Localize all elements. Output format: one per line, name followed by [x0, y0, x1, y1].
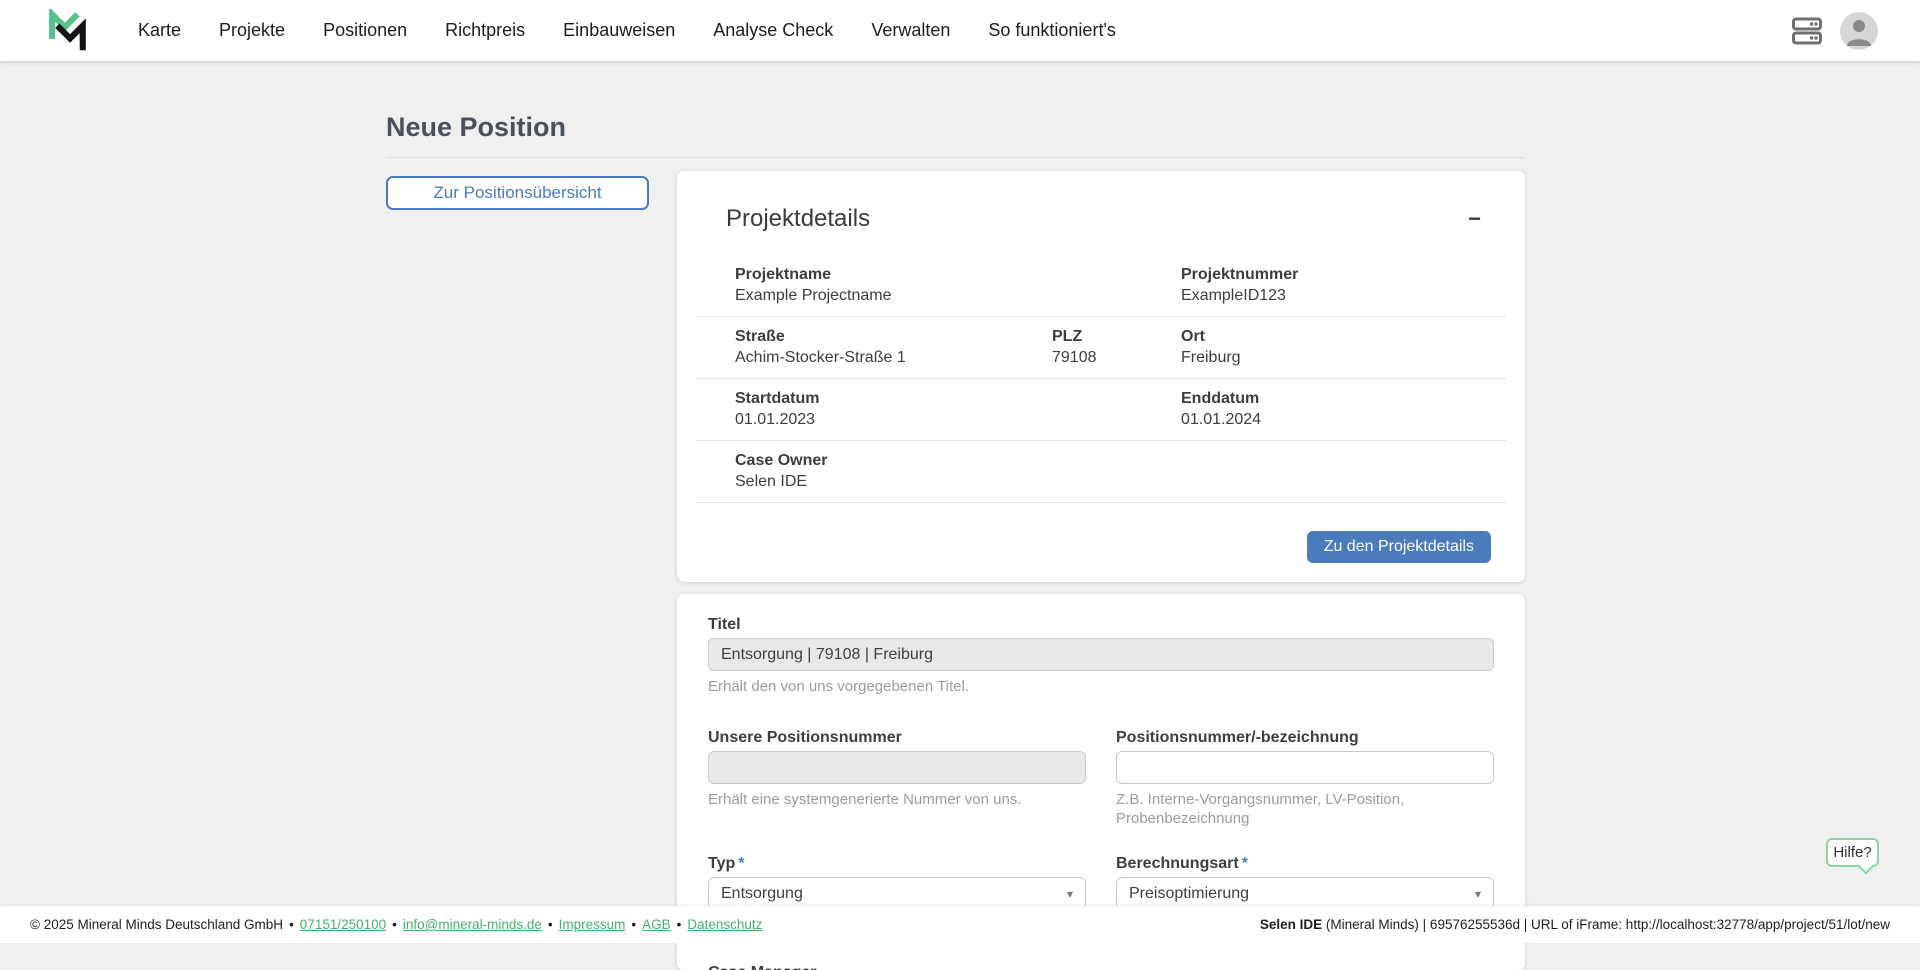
our-position-number-input — [708, 751, 1086, 784]
field-projektnummer: Projektnummer ExampleID123 — [1181, 264, 1467, 306]
table-row: Case Owner Selen IDE — [696, 441, 1506, 503]
footer-separator: • — [392, 917, 397, 932]
typ-label-text: Typ — [708, 855, 735, 872]
nav-item-positionen[interactable]: Positionen — [323, 20, 407, 41]
field-value: Achim-Stocker-Straße 1 — [735, 347, 1052, 368]
to-position-overview-button[interactable]: Zur Positionsübersicht — [386, 176, 649, 210]
field-value: 01.01.2023 — [735, 409, 1181, 430]
berechnungsart-selected-value: Preisoptimierung — [1129, 885, 1249, 903]
field-label: Case Owner — [735, 450, 1181, 471]
footer-separator: • — [289, 917, 294, 932]
our-position-number-label: Unsere Positionsnummer — [708, 728, 1086, 748]
case-manager-label: Case Manager — [708, 963, 1494, 970]
field-strasse: Straße Achim-Stocker-Straße 1 — [735, 326, 1052, 368]
person-icon — [1840, 12, 1878, 50]
field-startdatum: Startdatum 01.01.2023 — [735, 388, 1181, 430]
field-value: 79108 — [1052, 347, 1181, 368]
field-ort: Ort Freiburg — [1181, 326, 1467, 368]
position-number-group: Positionsnummer/-bezeichnung Z.B. Intern… — [1116, 728, 1494, 828]
session-info: Selen IDE (Mineral Minds) | 69576255536d… — [1260, 917, 1890, 932]
nav-item-einbauweisen[interactable]: Einbauweisen — [563, 20, 675, 41]
mineral-minds-logo[interactable] — [46, 9, 88, 53]
field-label: Projektnummer — [1181, 264, 1467, 285]
berechnungsart-label-text: Berechnungsart — [1116, 855, 1239, 872]
table-row: Projektname Example Projectname Projektn… — [696, 255, 1506, 317]
position-number-helper: Z.B. Interne-Vorgangsnummer, LV-Position… — [1116, 790, 1494, 828]
field-enddatum: Enddatum 01.01.2024 — [1181, 388, 1467, 430]
titel-field-group: Titel Erhält den von uns vorgegebenen Ti… — [708, 615, 1494, 696]
project-details-table: Projektname Example Projectname Projektn… — [696, 255, 1506, 503]
titel-helper: Erhält den von uns vorgegebenen Titel. — [708, 677, 1494, 696]
agb-link[interactable]: AGB — [642, 917, 671, 932]
chevron-down-icon: ▾ — [1067, 887, 1073, 901]
session-details: (Mineral Minds) | 69576255536d | URL of … — [1322, 917, 1890, 932]
to-project-details-button[interactable]: Zu den Projektdetails — [1307, 531, 1491, 563]
titel-label: Titel — [708, 615, 1494, 635]
berechnungsart-label: Berechnungsart* — [1116, 854, 1494, 874]
help-button[interactable]: Hilfe? — [1826, 838, 1879, 867]
top-navbar: Karte Projekte Positionen Richtpreis Ein… — [0, 0, 1920, 61]
phone-link[interactable]: 07151/250100 — [300, 917, 386, 932]
content-column: Projektdetails − Projektname Example Pro… — [677, 171, 1525, 970]
field-value: Example Projectname — [735, 285, 1181, 306]
titel-input — [708, 638, 1494, 671]
field-label: Startdatum — [735, 388, 1181, 409]
nav-item-so-funktionierts[interactable]: So funktioniert's — [988, 20, 1116, 41]
field-value: 01.01.2024 — [1181, 409, 1467, 430]
title-divider — [386, 157, 1525, 158]
email-link[interactable]: info@mineral-minds.de — [403, 917, 542, 932]
project-details-header: Projektdetails − — [677, 205, 1525, 233]
nav-item-richtpreis[interactable]: Richtpreis — [445, 20, 525, 41]
field-case-owner: Case Owner Selen IDE — [735, 450, 1181, 492]
field-projektname: Projektname Example Projectname — [735, 264, 1181, 306]
nav-item-analyse-check[interactable]: Analyse Check — [713, 20, 833, 41]
chevron-down-icon: ▾ — [1475, 887, 1481, 901]
navbar-right — [1792, 12, 1878, 50]
main-navigation: Karte Projekte Positionen Richtpreis Ein… — [138, 20, 1116, 41]
typ-label: Typ* — [708, 854, 1086, 874]
table-row: Startdatum 01.01.2023 Enddatum 01.01.202… — [696, 379, 1506, 441]
field-label: PLZ — [1052, 326, 1181, 347]
field-value: Selen IDE — [735, 471, 1181, 492]
number-fields-row: Unsere Positionsnummer Erhält eine syste… — [708, 728, 1494, 828]
logo-icon — [46, 9, 88, 53]
footer-separator: • — [631, 917, 636, 932]
field-label: Ort — [1181, 326, 1467, 347]
field-value: Freiburg — [1181, 347, 1467, 368]
position-number-label: Positionsnummer/-bezeichnung — [1116, 728, 1494, 748]
datenschutz-link[interactable]: Datenschutz — [687, 917, 762, 932]
required-asterisk: * — [1242, 855, 1248, 872]
session-user: Selen IDE — [1260, 917, 1322, 932]
field-label: Enddatum — [1181, 388, 1467, 409]
our-position-number-group: Unsere Positionsnummer Erhält eine syste… — [708, 728, 1086, 828]
project-details-actions: Zu den Projektdetails — [677, 503, 1525, 563]
project-details-title: Projektdetails — [726, 205, 870, 233]
field-label: Projektname — [735, 264, 1181, 285]
field-label: Straße — [735, 326, 1052, 347]
nav-item-verwalten[interactable]: Verwalten — [871, 20, 950, 41]
nav-item-projekte[interactable]: Projekte — [219, 20, 285, 41]
nav-item-karte[interactable]: Karte — [138, 20, 181, 41]
case-manager-group: Case Manager — [708, 963, 1494, 970]
field-value: ExampleID123 — [1181, 285, 1467, 306]
table-row: Straße Achim-Stocker-Straße 1 PLZ 79108 … — [696, 317, 1506, 379]
footer-left: © 2025 Mineral Minds Deutschland GmbH • … — [30, 917, 762, 932]
required-asterisk: * — [738, 855, 744, 872]
position-number-input[interactable] — [1116, 751, 1494, 784]
typ-selected-value: Entsorgung — [721, 885, 803, 903]
server-storage-icon[interactable] — [1792, 17, 1822, 45]
user-avatar[interactable] — [1840, 12, 1878, 50]
copyright-text: © 2025 Mineral Minds Deutschland GmbH — [30, 917, 283, 932]
page-title: Neue Position — [386, 112, 566, 143]
our-position-number-helper: Erhält eine systemgenerierte Nummer von … — [708, 790, 1086, 809]
collapse-icon[interactable]: − — [1468, 208, 1481, 230]
footer-separator: • — [548, 917, 553, 932]
field-plz: PLZ 79108 — [1052, 326, 1181, 368]
footer: © 2025 Mineral Minds Deutschland GmbH • … — [0, 906, 1920, 943]
impressum-link[interactable]: Impressum — [559, 917, 626, 932]
footer-separator: • — [677, 917, 682, 932]
project-details-card: Projektdetails − Projektname Example Pro… — [677, 171, 1525, 582]
